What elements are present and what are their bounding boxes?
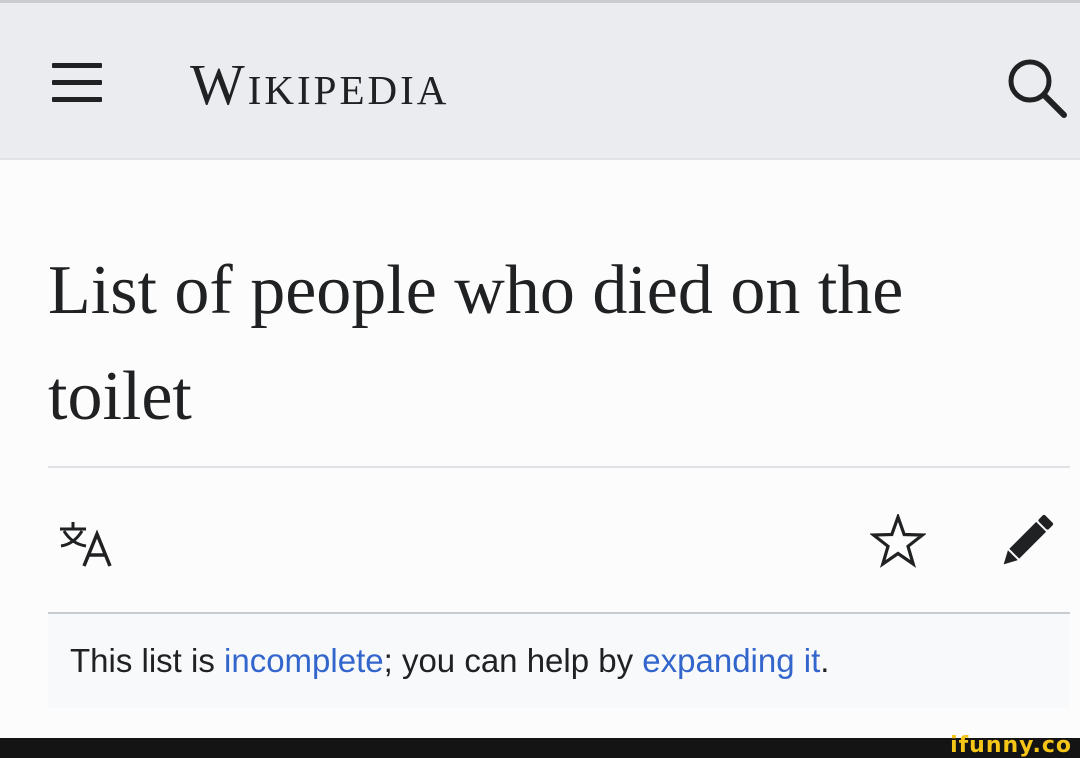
watermark-bar	[0, 738, 1080, 758]
expanding-it-link[interactable]: expanding it	[642, 642, 820, 679]
title-divider	[48, 466, 1070, 468]
incomplete-list-notice: This list is incomplete; you can help by…	[48, 614, 1070, 708]
hamburger-menu-icon[interactable]	[52, 61, 102, 105]
star-watch-icon[interactable]	[869, 512, 927, 570]
pencil-edit-icon[interactable]	[998, 512, 1056, 570]
search-icon[interactable]	[1004, 55, 1070, 121]
incomplete-link[interactable]: incomplete	[224, 642, 384, 679]
page-title: List of people who died on the toilet	[48, 252, 904, 435]
translate-language-icon[interactable]	[58, 520, 122, 568]
notice-text-start: This list is	[70, 642, 225, 679]
top-header-bar: Wikipedia	[0, 0, 1080, 160]
ifunny-watermark: ifunny.co	[950, 733, 1072, 758]
notice-text-end: .	[820, 642, 830, 679]
notice-text-middle: ; you can help by	[383, 642, 643, 679]
wikipedia-logo[interactable]: Wikipedia	[190, 53, 449, 117]
